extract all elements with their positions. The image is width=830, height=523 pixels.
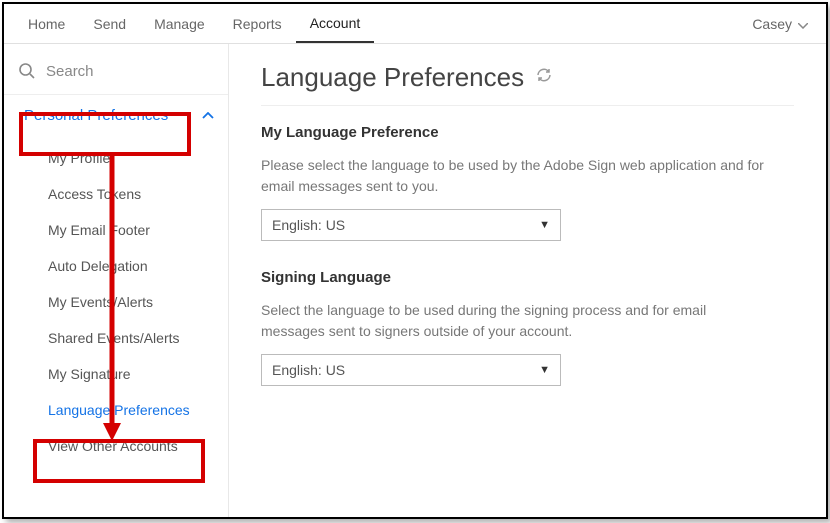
- sidebar-item-my-email-footer[interactable]: My Email Footer: [4, 212, 228, 248]
- sidebar-item-language-preferences[interactable]: Language Preferences: [4, 392, 228, 428]
- caret-down-icon: ▼: [539, 219, 550, 231]
- section-desc-my-language: Please select the language to be used by…: [261, 155, 771, 197]
- sidebar-item-my-events-alerts[interactable]: My Events/Alerts: [4, 284, 228, 320]
- section-title-signing-language: Signing Language: [261, 269, 794, 286]
- my-language-select-value: English: US: [272, 217, 345, 233]
- caret-down-icon: ▼: [539, 364, 550, 376]
- sidebar-item-shared-events-alerts[interactable]: Shared Events/Alerts: [4, 320, 228, 356]
- sidebar-item-view-other-accounts[interactable]: View Other Accounts: [4, 428, 228, 464]
- nav-send[interactable]: Send: [79, 6, 140, 42]
- my-language-select[interactable]: English: US ▼: [261, 209, 561, 241]
- signing-language-select-value: English: US: [272, 362, 345, 378]
- page-title: Language Preferences: [261, 62, 524, 93]
- signing-language-select[interactable]: English: US ▼: [261, 354, 561, 386]
- search-input[interactable]: Search: [4, 56, 228, 95]
- sidebar-section-personal-preferences[interactable]: Personal Preferences: [4, 95, 228, 136]
- divider: [261, 105, 794, 106]
- sidebar: Search Personal Preferences My Profile A…: [4, 44, 229, 517]
- search-placeholder: Search: [46, 63, 94, 80]
- caret-down-icon: [798, 16, 808, 32]
- nav-manage[interactable]: Manage: [140, 6, 219, 42]
- user-name: Casey: [752, 16, 792, 32]
- nav-account[interactable]: Account: [296, 5, 375, 43]
- sidebar-item-my-profile[interactable]: My Profile: [4, 140, 228, 176]
- sidebar-item-auto-delegation[interactable]: Auto Delegation: [4, 248, 228, 284]
- section-title-my-language: My Language Preference: [261, 124, 794, 141]
- sidebar-item-my-signature[interactable]: My Signature: [4, 356, 228, 392]
- refresh-icon[interactable]: [536, 67, 552, 88]
- sidebar-item-access-tokens[interactable]: Access Tokens: [4, 176, 228, 212]
- top-nav: Home Send Manage Reports Account Casey: [4, 4, 826, 44]
- user-menu[interactable]: Casey: [744, 16, 816, 32]
- section-desc-signing-language: Select the language to be used during th…: [261, 300, 771, 342]
- search-icon: [18, 62, 36, 80]
- nav-home[interactable]: Home: [14, 6, 79, 42]
- chevron-up-icon: [202, 108, 214, 123]
- nav-reports[interactable]: Reports: [219, 6, 296, 42]
- sidebar-section-label: Personal Preferences: [24, 107, 168, 124]
- main-content: Language Preferences My Language Prefere…: [229, 44, 826, 517]
